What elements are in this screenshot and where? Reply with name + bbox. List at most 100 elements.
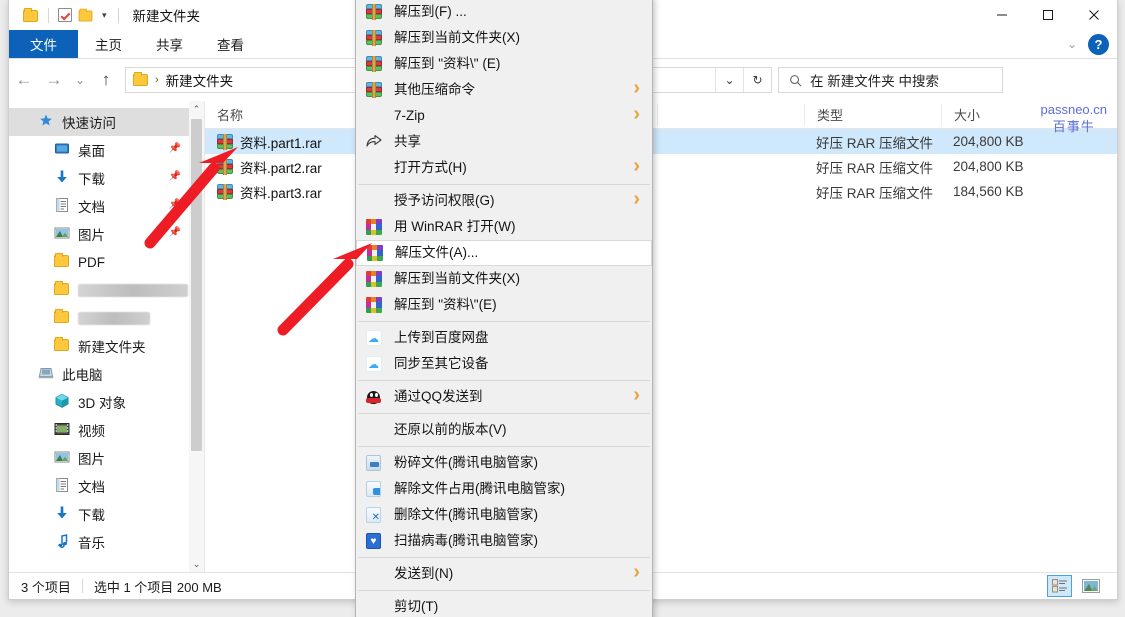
help-button[interactable]: ? xyxy=(1088,33,1109,55)
breadcrumb[interactable]: › 新建文件夹 xyxy=(126,70,233,90)
folder-icon xyxy=(54,336,69,354)
sidebar-item-PDF[interactable]: PDF xyxy=(9,248,204,276)
status-selection-info: 选中 1 个项目 200 MB xyxy=(93,579,222,595)
menu-item-打开方式-H[interactable]: 打开方式(H) › xyxy=(356,155,652,181)
menu-item-上传到百度网盘[interactable]: ☁ 上传到百度网盘 xyxy=(356,325,652,351)
none xyxy=(365,108,382,125)
maximize-button[interactable] xyxy=(1025,0,1071,30)
winrar-icon xyxy=(365,297,382,314)
back-button[interactable]: ← xyxy=(9,65,39,95)
tab-view[interactable]: 查看 xyxy=(200,30,261,58)
chevron-down-icon[interactable]: ⌄ xyxy=(1067,37,1077,51)
menu-item-label: 授予访问权限(G) xyxy=(394,193,495,209)
sidebar-item-视频[interactable]: 视频 xyxy=(9,416,204,444)
sidebar-item-快速访问[interactable]: 快速访问 xyxy=(9,108,204,136)
tab-file[interactable]: 文件 xyxy=(9,30,78,58)
column-header-type[interactable]: 类型 xyxy=(804,103,941,126)
breadcrumb-path[interactable]: 新建文件夹 xyxy=(166,70,234,90)
scroll-up-icon[interactable]: ⌃ xyxy=(189,101,204,117)
sidebar-item-label: 3D 对象 xyxy=(78,396,127,411)
navigation-list: 快速访问 桌面 📌 下载 📌 文档 📌 图片 📌 PDF 新建文件夹 此电脑 3D 对象 视频 图片 文档 下载… xyxy=(9,101,204,556)
context-menu[interactable]: 解压到(F) ... 解压到当前文件夹(X) 解压到 "资料\" (E) 其他压缩命令… xyxy=(355,0,653,617)
menu-item-共享[interactable]: 共享 xyxy=(356,129,652,155)
menu-item-解压到-资料-E[interactable]: 解压到 "资料\"(E) xyxy=(356,292,652,318)
menu-item-删除文件-腾讯电脑管家[interactable]: 删除文件(腾讯电脑管家) xyxy=(356,502,652,528)
menu-item-粉碎文件-腾讯电脑管家[interactable]: 粉碎文件(腾讯电脑管家) xyxy=(356,450,652,476)
tab-share[interactable]: 共享 xyxy=(139,30,200,58)
quick-access-toolbar[interactable]: ▾ 新建文件夹 xyxy=(9,0,200,30)
sidebar-item-音乐[interactable]: 音乐 xyxy=(9,528,204,556)
sidebar-item-图片[interactable]: 图片 📌 xyxy=(9,220,204,248)
minimize-button[interactable] xyxy=(979,0,1025,30)
pin-icon[interactable]: 📌 xyxy=(169,199,181,210)
none xyxy=(365,193,382,210)
menu-item-授予访问权限-G[interactable]: 授予访问权限(G) › xyxy=(356,188,652,214)
breadcrumb-separator: › xyxy=(155,74,159,86)
pictures-icon xyxy=(53,226,70,243)
navigation-scrollbar[interactable]: ⌃ ⌄ xyxy=(189,101,204,572)
redacted-label xyxy=(78,284,188,298)
menu-item-发送到-N[interactable]: 发送到(N) › xyxy=(356,561,652,587)
chevron-right-icon: › xyxy=(633,188,640,210)
menu-item-7-Zip[interactable]: 7-Zip › xyxy=(356,103,652,129)
pin-icon[interactable]: 📌 xyxy=(169,227,181,238)
menu-item-通过QQ发送到[interactable]: 通过QQ发送到 › xyxy=(356,384,652,410)
sidebar-item-label xyxy=(78,283,188,298)
sidebar-item-3D 对象[interactable]: 3D 对象 xyxy=(9,388,204,416)
pin-icon[interactable]: 📌 xyxy=(169,143,181,154)
search-box[interactable]: 在 新建文件夹 中搜索 xyxy=(778,67,1003,93)
forward-button[interactable]: → xyxy=(39,65,69,95)
sidebar-item-文档[interactable]: 文档 📌 xyxy=(9,192,204,220)
menu-item-解压文件-A[interactable]: 解压文件(A)... xyxy=(356,240,652,266)
delete-file-icon xyxy=(366,507,381,523)
sidebar-item-文档[interactable]: 文档 xyxy=(9,472,204,500)
sidebar-item-redacted-6[interactable] xyxy=(9,276,204,304)
menu-item-解除文件占用-腾讯电脑管家[interactable]: 解除文件占用(腾讯电脑管家) xyxy=(356,476,652,502)
close-button[interactable] xyxy=(1071,0,1117,30)
qq-icon xyxy=(366,389,381,405)
menu-item-剪切-T[interactable]: 剪切(T) xyxy=(356,594,652,617)
large-icons-view-icon[interactable] xyxy=(1078,575,1103,597)
details-view-icon[interactable] xyxy=(1047,575,1072,597)
pin-icon[interactable]: 📌 xyxy=(169,171,181,182)
menu-item-解压到当前文件夹-X[interactable]: 解压到当前文件夹(X) xyxy=(356,266,652,292)
menu-item-解压到-资料-E[interactable]: 解压到 "资料\" (E) xyxy=(356,51,652,77)
checkbox-checked-icon[interactable] xyxy=(58,8,72,22)
scroll-down-icon[interactable]: ⌄ xyxy=(189,556,204,572)
baidu-netdisk-icon: ☁ xyxy=(365,356,382,373)
dropdown-caret-icon[interactable]: ▾ xyxy=(102,10,107,20)
table-row[interactable]: 资料.part1.rar 好压 RAR 压缩文件 204,800 KB xyxy=(205,129,1117,154)
sidebar-item-桌面[interactable]: 桌面 📌 xyxy=(9,136,204,164)
up-button[interactable]: ↑ xyxy=(91,65,121,95)
chevron-right-icon: › xyxy=(633,561,640,583)
winrar-icon xyxy=(365,219,382,235)
sidebar-item-下载[interactable]: 下载 xyxy=(9,500,204,528)
sidebar-item-图片[interactable]: 图片 xyxy=(9,444,204,472)
table-row[interactable]: 资料.part2.rar 好压 RAR 压缩文件 204,800 KB xyxy=(205,154,1117,179)
menu-item-还原以前的版本-V[interactable]: 还原以前的版本(V) xyxy=(356,417,652,443)
sidebar-item-下载[interactable]: 下载 📌 xyxy=(9,164,204,192)
recent-locations-button[interactable]: ⌄ xyxy=(69,65,91,95)
file-type-cell: 好压 RAR 压缩文件 xyxy=(816,185,934,201)
scrollbar-thumb[interactable] xyxy=(191,119,202,451)
menu-item-解压到当前文件夹-X[interactable]: 解压到当前文件夹(X) xyxy=(356,25,652,51)
sidebar-item-新建文件夹[interactable]: 新建文件夹 xyxy=(9,332,204,360)
menu-item-其他压缩命令[interactable]: 其他压缩命令 › xyxy=(356,77,652,103)
column-header-date[interactable] xyxy=(657,103,804,126)
sidebar-item-此电脑[interactable]: 此电脑 xyxy=(9,360,204,388)
menu-item-解压到-F[interactable]: 解压到(F) ... xyxy=(356,0,652,25)
sidebar-item-redacted-7[interactable] xyxy=(9,304,204,332)
menu-item-扫描病毒-腾讯电脑管家[interactable]: ♥ 扫描病毒(腾讯电脑管家) xyxy=(356,528,652,554)
none xyxy=(365,422,382,439)
desktop-icon xyxy=(54,141,70,160)
table-row[interactable]: 资料.part3.rar 好压 RAR 压缩文件 184,560 KB xyxy=(205,179,1117,204)
address-history-button[interactable]: ⌄ xyxy=(716,68,743,92)
tab-home[interactable]: 主页 xyxy=(78,30,139,58)
menu-item-同步至其它设备[interactable]: ☁ 同步至其它设备 xyxy=(356,351,652,377)
folder-icon[interactable] xyxy=(78,7,94,23)
rar-archive-icon xyxy=(365,4,382,20)
sidebar-item-label: PDF xyxy=(78,254,105,270)
sidebar-item-label xyxy=(78,311,150,326)
menu-item-用-WinRAR-打开-W[interactable]: 用 WinRAR 打开(W) xyxy=(356,214,652,240)
refresh-button[interactable]: ↻ xyxy=(744,68,771,92)
